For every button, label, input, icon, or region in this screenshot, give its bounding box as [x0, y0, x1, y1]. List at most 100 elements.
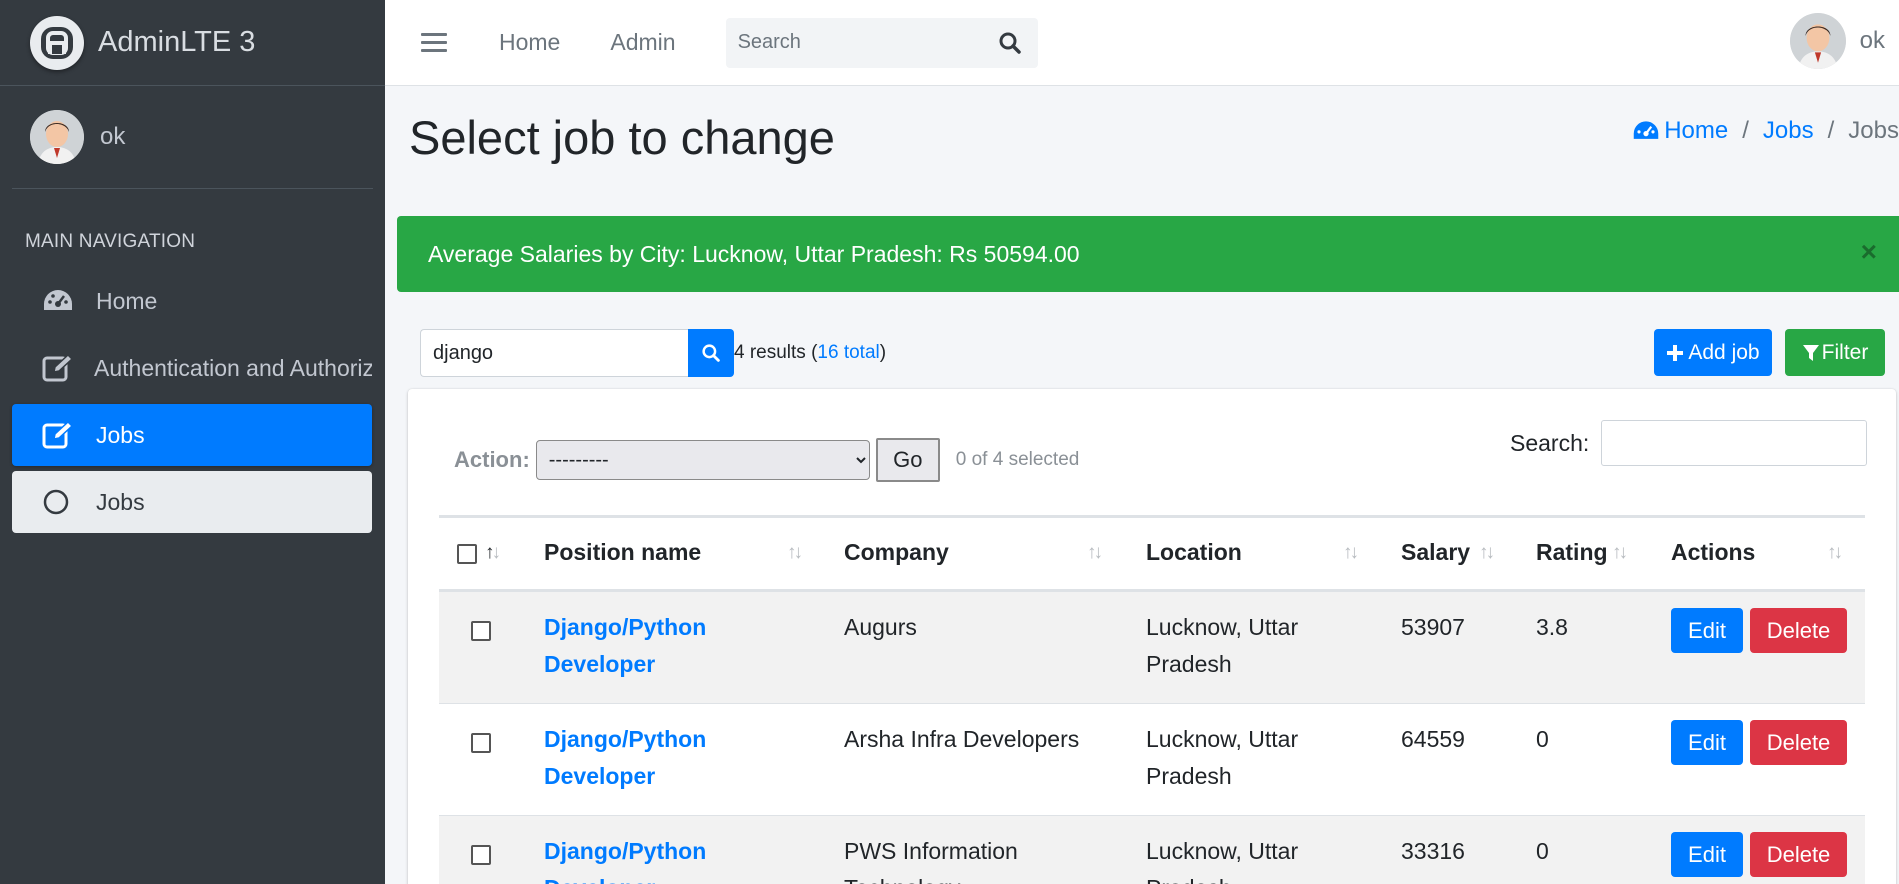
col-header-location[interactable]: Location — [1146, 539, 1242, 566]
result-count-prefix: 4 results ( — [734, 342, 818, 363]
breadcrumb-home-label: Home — [1664, 117, 1729, 144]
page-title: Select job to change — [409, 111, 835, 164]
rating-cell: 3.8 — [1536, 614, 1568, 640]
delete-button[interactable]: Delete — [1750, 608, 1847, 653]
sort-icon[interactable]: ↑↓ — [1479, 542, 1495, 564]
sort-icon[interactable]: ↑↓ — [1087, 542, 1103, 564]
table-search: Search: — [1510, 420, 1868, 466]
selected-count: 0 of 4 selected — [955, 449, 1080, 470]
row-checkbox[interactable] — [471, 845, 491, 865]
plus-icon — [1667, 344, 1684, 361]
alert-message: Average Salaries by City: Lucknow, Uttar… — [428, 240, 1080, 267]
sidebar-item-auth[interactable]: Authentication and Authorization — [12, 337, 372, 399]
position-link[interactable]: Django/Python Developer — [544, 833, 744, 884]
breadcrumb-separator: / — [1827, 117, 1835, 144]
sidebar-item-label: Home — [96, 287, 158, 314]
close-icon[interactable]: × — [1861, 236, 1877, 268]
sidebar-subitem-jobs[interactable]: Jobs — [12, 471, 372, 533]
breadcrumb-separator: / — [1742, 117, 1749, 144]
edit-button[interactable]: Edit — [1671, 608, 1743, 653]
position-link[interactable]: Django/Python Developer — [544, 609, 744, 683]
select-all-checkbox[interactable] — [457, 544, 477, 564]
changelist-search: 4 results (16 total) — [420, 329, 886, 377]
position-link[interactable]: Django/Python Developer — [544, 721, 744, 795]
sidebar-item-label: Jobs — [96, 421, 145, 448]
sidebar-user-panel[interactable]: ok — [12, 86, 373, 189]
table-row: Django/Python Developer Arsha Infra Deve… — [439, 704, 1865, 816]
col-header-rating[interactable]: Rating — [1536, 539, 1608, 566]
brand-text: AdminLTE 3 — [98, 26, 256, 58]
result-count-suffix: ) — [879, 342, 887, 363]
col-header-salary[interactable]: Salary — [1401, 539, 1470, 566]
breadcrumb-current: Jobs — [1848, 117, 1899, 144]
search-icon[interactable] — [988, 18, 1032, 68]
sort-icon[interactable]: ↑↓ — [1343, 542, 1359, 564]
bulk-actions: Action: --------- Go 0 of 4 selected — [454, 438, 1079, 482]
tachometer-icon — [42, 286, 76, 316]
edit-button[interactable]: Edit — [1671, 720, 1743, 765]
salary-cell: 64559 — [1401, 726, 1465, 752]
sort-icon[interactable]: ↑↓ — [1612, 542, 1628, 564]
sidebar-item-jobs[interactable]: Jobs — [12, 404, 372, 466]
navbar-user-menu[interactable]: ok — [1789, 13, 1885, 69]
search-submit-button[interactable] — [688, 329, 734, 377]
nav-link-home[interactable]: Home — [499, 29, 560, 56]
adminlte-logo-icon — [30, 15, 84, 70]
filter-icon — [1802, 344, 1819, 361]
salary-alert: Average Salaries by City: Lucknow, Uttar… — [397, 216, 1899, 292]
navbar-user-name: ok — [1859, 27, 1885, 54]
tachometer-icon — [1633, 121, 1659, 139]
sort-icon[interactable]: ↑↓ — [485, 542, 501, 564]
col-header-position[interactable]: Position name — [544, 539, 701, 566]
company-cell: Arsha Infra Developers — [844, 726, 1080, 752]
sidebar-user-name: ok — [100, 123, 126, 150]
nav-header: MAIN NAVIGATION — [25, 231, 196, 252]
sidebar-item-label: Authentication and Authorization — [94, 354, 372, 381]
edit-icon — [42, 353, 74, 383]
breadcrumb: Home / Jobs / Jobs — [1632, 117, 1899, 145]
table-search-label: Search: — [1510, 429, 1590, 456]
sort-icon[interactable]: ↑↓ — [787, 542, 803, 564]
navbar-search-input[interactable] — [737, 31, 988, 54]
edit-icon — [42, 420, 76, 450]
col-header-company[interactable]: Company — [844, 539, 949, 566]
location-cell: Lucknow, Uttar Pradesh — [1146, 838, 1299, 884]
company-cell: PWS Information Technology — [844, 838, 1018, 884]
salary-cell: 33316 — [1401, 838, 1465, 864]
top-navbar: Home Admin ok — [385, 0, 1899, 86]
delete-button[interactable]: Delete — [1750, 720, 1847, 765]
row-checkbox[interactable] — [471, 733, 491, 753]
circle-icon — [42, 487, 76, 517]
changelist-search-input[interactable] — [420, 329, 688, 377]
edit-button[interactable]: Edit — [1671, 832, 1743, 877]
location-cell: Lucknow, Uttar Pradesh — [1146, 614, 1299, 677]
sort-icon[interactable]: ↑↓ — [1827, 542, 1843, 564]
user-avatar — [30, 110, 84, 164]
filter-label: Filter — [1821, 340, 1869, 364]
navbar-search — [725, 17, 1038, 68]
search-icon — [702, 344, 720, 362]
location-cell: Lucknow, Uttar Pradesh — [1146, 726, 1299, 789]
result-count: 4 results (16 total) — [734, 342, 886, 364]
brand-link[interactable]: AdminLTE 3 — [0, 0, 385, 86]
add-job-button[interactable]: Add job — [1654, 329, 1772, 376]
table-row: Django/Python Developer PWS Information … — [439, 816, 1865, 884]
sidebar-item-home[interactable]: Home — [12, 270, 372, 332]
total-link[interactable]: 16 total — [817, 342, 879, 363]
table-search-input[interactable] — [1601, 420, 1868, 466]
go-button[interactable]: Go — [875, 438, 940, 482]
menu-toggle-icon[interactable] — [421, 33, 447, 52]
jobs-table: ↑↓ Position name ↑↓ Company ↑↓ Location … — [439, 515, 1865, 884]
nav-link-admin[interactable]: Admin — [610, 29, 675, 56]
add-job-label: Add job — [1688, 340, 1760, 364]
salary-cell: 53907 — [1401, 614, 1465, 640]
breadcrumb-home[interactable]: Home — [1632, 117, 1728, 145]
delete-button[interactable]: Delete — [1750, 832, 1847, 877]
rating-cell: 0 — [1536, 838, 1549, 864]
row-checkbox[interactable] — [471, 621, 491, 641]
sidebar-item-label: Jobs — [96, 488, 145, 515]
company-cell: Augurs — [844, 614, 917, 640]
breadcrumb-jobs[interactable]: Jobs — [1763, 117, 1814, 145]
filter-button[interactable]: Filter — [1785, 329, 1885, 376]
action-select[interactable]: --------- — [535, 440, 870, 480]
